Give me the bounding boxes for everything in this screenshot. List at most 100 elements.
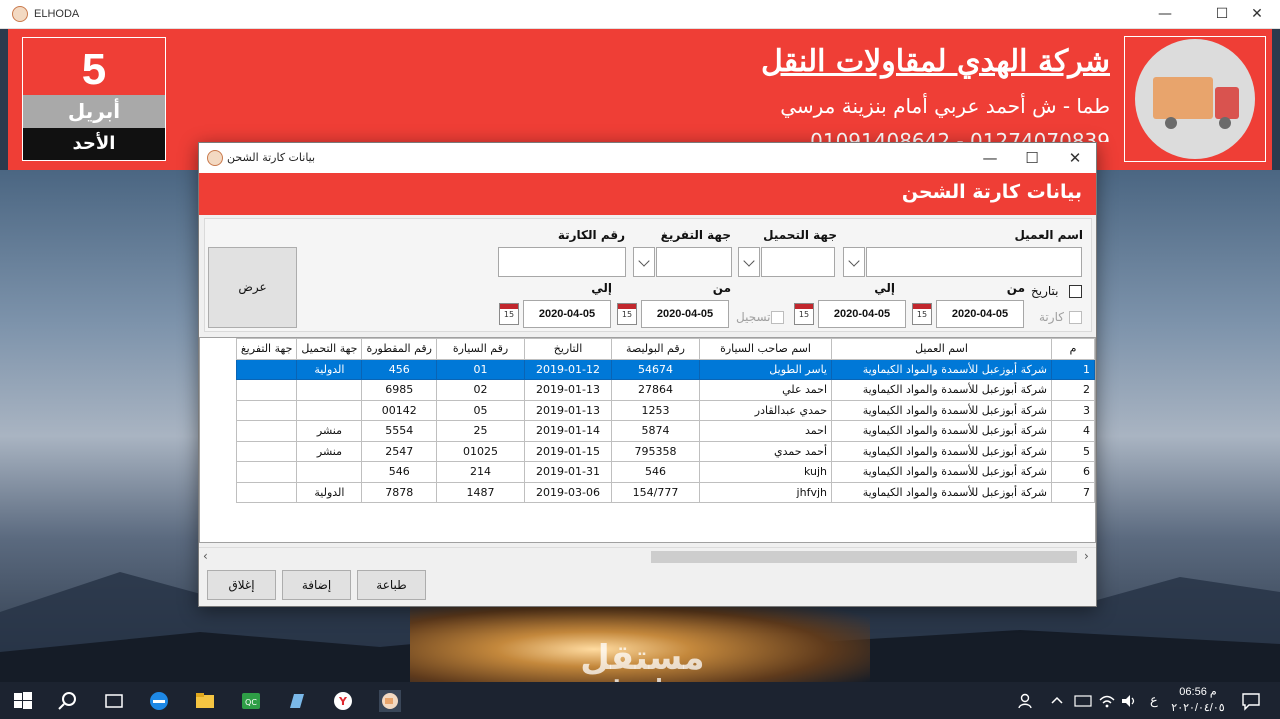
- table-cell[interactable]: 214: [436, 461, 525, 483]
- table-cell[interactable]: 5: [1051, 440, 1095, 462]
- chevron-up-icon[interactable]: [1046, 690, 1068, 712]
- calendar-icon[interactable]: 15: [912, 303, 932, 325]
- table-cell[interactable]: 01025: [436, 440, 525, 462]
- wifi-icon[interactable]: [1096, 690, 1118, 712]
- table-cell[interactable]: 546: [611, 461, 700, 483]
- dialog-close-button[interactable]: ✕: [1054, 143, 1096, 173]
- table-cell[interactable]: شركة أبوزعبل للأسمدة والمواد الكيماوية: [831, 399, 1052, 421]
- table-cell[interactable]: 4: [1051, 420, 1095, 442]
- table-cell[interactable]: 456: [361, 358, 437, 380]
- column-header-policy-no[interactable]: رقم البوليصة: [611, 338, 700, 360]
- windows-start-icon[interactable]: [12, 690, 34, 712]
- table-cell[interactable]: احمد علي: [699, 379, 832, 401]
- table-cell[interactable]: ياسر الطويل: [699, 358, 832, 380]
- calendar-icon[interactable]: 15: [617, 303, 637, 325]
- table-cell[interactable]: الدولية: [296, 481, 363, 503]
- table-cell[interactable]: [235, 399, 298, 421]
- table-cell[interactable]: 2019-01-13: [524, 399, 612, 421]
- calendar-icon[interactable]: 15: [499, 303, 519, 325]
- table-row[interactable]: 546 214 2019-01-31 546 kujh شركة أبوزعبل للأس…: [235, 461, 1095, 483]
- scroll-left-icon[interactable]: ‹: [203, 549, 208, 563]
- edge-browser-icon[interactable]: [148, 690, 170, 712]
- table-cell[interactable]: 2547: [361, 440, 437, 462]
- table-cell[interactable]: شركة أبوزعبل للأسمدة والمواد الكيماوية: [831, 440, 1052, 462]
- card-number-field[interactable]: [498, 247, 626, 277]
- column-header-unloading[interactable]: جهة التفريغ: [235, 338, 298, 360]
- minimize-button[interactable]: —: [1142, 0, 1188, 29]
- customer-dropdown-button[interactable]: [843, 247, 865, 277]
- register-checkbox[interactable]: [771, 311, 784, 324]
- table-cell[interactable]: 154/777: [611, 481, 700, 503]
- table-cell[interactable]: 2019-01-12: [524, 358, 612, 380]
- close-dialog-button[interactable]: إغلاق: [207, 570, 276, 600]
- table-cell[interactable]: [296, 399, 363, 421]
- date-from-2[interactable]: 2020-04-05: [641, 300, 729, 328]
- table-cell[interactable]: 2019-03-06: [524, 481, 612, 503]
- table-cell[interactable]: 54674: [611, 358, 700, 380]
- table-cell[interactable]: 00142: [361, 399, 437, 421]
- table-cell[interactable]: 05: [436, 399, 525, 421]
- notes-app-icon[interactable]: [286, 690, 308, 712]
- table-cell[interactable]: الدولية: [296, 358, 363, 380]
- horizontal-scrollbar[interactable]: ‹ ›: [199, 547, 1096, 564]
- clock-date[interactable]: ٢٠٢٠/٠٤/٠٥: [1168, 701, 1228, 714]
- table-cell[interactable]: [235, 440, 298, 462]
- table-cell[interactable]: منشر: [296, 440, 363, 462]
- table-cell[interactable]: 27864: [611, 379, 700, 401]
- column-header-customer-name[interactable]: اسم العميل: [831, 338, 1052, 360]
- show-button[interactable]: عرض: [208, 247, 297, 328]
- table-cell[interactable]: 5874: [611, 420, 700, 442]
- loading-field[interactable]: [761, 247, 835, 277]
- dialog-minimize-button[interactable]: —: [969, 143, 1011, 173]
- table-cell[interactable]: 01: [436, 358, 525, 380]
- table-cell[interactable]: 2019-01-14: [524, 420, 612, 442]
- table-row[interactable]: منشر 2547 01025 2019-01-15 795358 أحمد حمدي شر…: [235, 440, 1095, 462]
- table-cell[interactable]: [296, 379, 363, 401]
- search-icon[interactable]: [57, 690, 79, 712]
- table-cell[interactable]: 2: [1051, 379, 1095, 401]
- table-cell[interactable]: [235, 461, 298, 483]
- unloading-dropdown-button[interactable]: [633, 247, 655, 277]
- table-cell[interactable]: [235, 379, 298, 401]
- card-checkbox[interactable]: [1069, 311, 1082, 324]
- print-button[interactable]: طباعة: [357, 570, 426, 600]
- table-cell[interactable]: شركة أبوزعبل للأسمدة والمواد الكيماوية: [831, 358, 1052, 380]
- table-cell[interactable]: jhfvjh: [699, 481, 832, 503]
- table-cell[interactable]: 546: [361, 461, 437, 483]
- input-indicator-icon[interactable]: [1072, 690, 1094, 712]
- language-indicator[interactable]: ع: [1150, 692, 1158, 708]
- task-view-icon[interactable]: [103, 690, 125, 712]
- column-header-owner-name[interactable]: اسم صاحب السيارة: [699, 338, 832, 360]
- by-date-checkbox[interactable]: [1069, 285, 1082, 298]
- table-cell[interactable]: 2019-01-13: [524, 379, 612, 401]
- table-cell[interactable]: [235, 420, 298, 442]
- customer-field[interactable]: [866, 247, 1082, 277]
- table-cell[interactable]: احمد: [699, 420, 832, 442]
- loading-dropdown-button[interactable]: [738, 247, 760, 277]
- date-to-1[interactable]: 2020-04-05: [818, 300, 906, 328]
- column-header-date[interactable]: التاريخ: [524, 338, 612, 360]
- clock-time[interactable]: 06:56 م: [1168, 685, 1228, 698]
- add-button[interactable]: إضافة: [282, 570, 351, 600]
- table-cell[interactable]: 5554: [361, 420, 437, 442]
- yandex-browser-icon[interactable]: Y: [332, 690, 354, 712]
- table-cell[interactable]: 7878: [361, 481, 437, 503]
- file-explorer-icon[interactable]: [194, 690, 216, 712]
- table-cell[interactable]: 1: [1051, 358, 1095, 380]
- people-icon[interactable]: [1016, 690, 1038, 712]
- table-cell[interactable]: شركة أبوزعبل للأسمدة والمواد الكيماوية: [831, 420, 1052, 442]
- table-cell[interactable]: 1487: [436, 481, 525, 503]
- elhoda-app-icon[interactable]: [379, 690, 401, 712]
- column-header-car-no[interactable]: رقم السيارة: [436, 338, 525, 360]
- column-header-trailer-no[interactable]: رقم المقطورة: [361, 338, 437, 360]
- column-header-loading[interactable]: جهة التحميل: [296, 338, 363, 360]
- table-cell[interactable]: شركة أبوزعبل للأسمدة والمواد الكيماوية: [831, 379, 1052, 401]
- calendar-icon[interactable]: 15: [794, 303, 814, 325]
- table-cell[interactable]: 02: [436, 379, 525, 401]
- notification-icon[interactable]: [1240, 690, 1262, 712]
- table-cell[interactable]: [235, 358, 298, 380]
- table-row[interactable]: منشر 5554 25 2019-01-14 5874 احمد شركة أبوزعبل…: [235, 420, 1095, 442]
- table-cell[interactable]: 25: [436, 420, 525, 442]
- table-row[interactable]: 00142 05 2019-01-13 1253 حمدي عبدالقادر شركة …: [235, 399, 1095, 421]
- unloading-field[interactable]: [656, 247, 732, 277]
